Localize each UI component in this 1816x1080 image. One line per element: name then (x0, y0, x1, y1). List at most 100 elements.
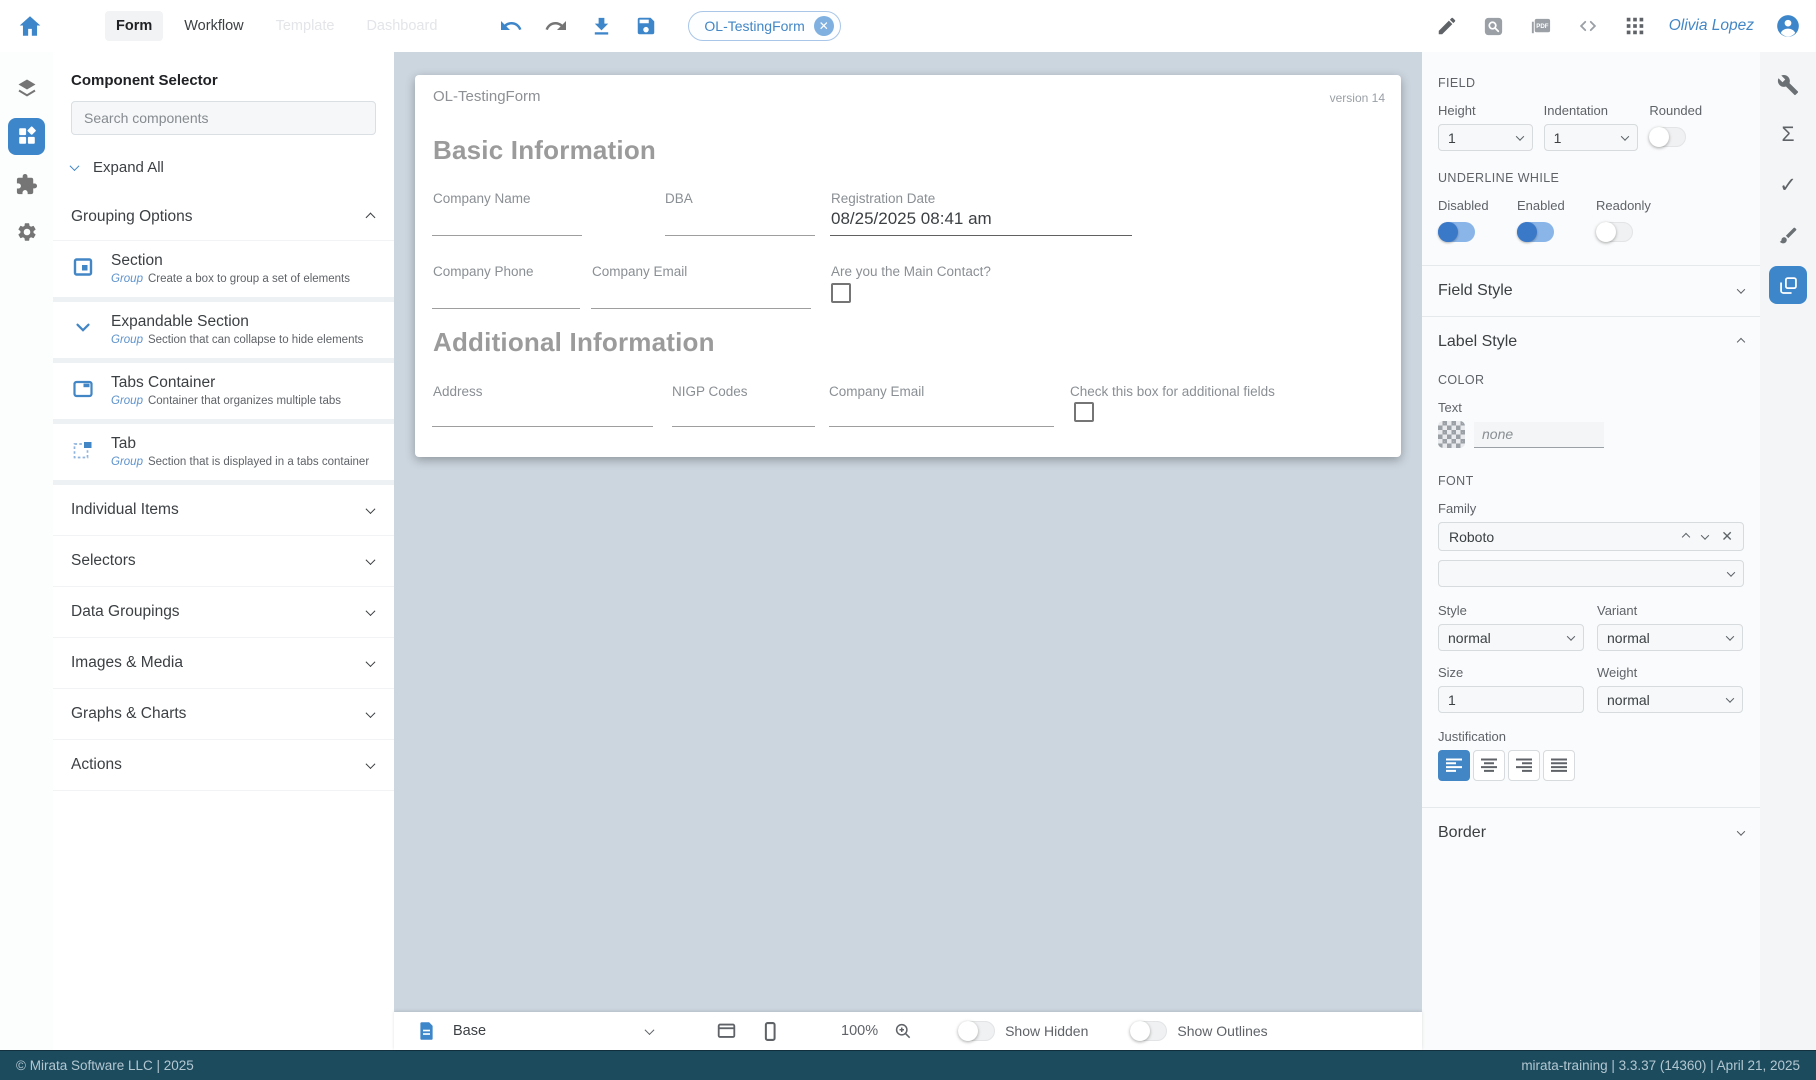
save-button[interactable] (633, 13, 659, 39)
accordion-actions[interactable]: Actions (53, 740, 394, 791)
dba-field[interactable] (665, 235, 815, 236)
additional-company-email-label: Company Email (829, 384, 924, 399)
additional-company-email-field[interactable] (829, 426, 1054, 427)
field-settings-tool-button[interactable] (1760, 60, 1816, 110)
chevron-down-icon[interactable] (1701, 531, 1709, 539)
accordion-selectors[interactable]: Selectors (53, 536, 394, 587)
mobile-preview-button[interactable] (757, 1018, 783, 1044)
main-contact-checkbox[interactable] (831, 283, 851, 303)
align-center-button[interactable] (1473, 750, 1505, 781)
component-item-desc: GroupSection that can collapse to hide e… (111, 334, 363, 346)
code-view-button[interactable] (1575, 13, 1601, 39)
tab-form[interactable]: Form (105, 11, 163, 41)
align-justify-button[interactable] (1543, 750, 1575, 781)
field-style-accordion[interactable]: Field Style (1438, 266, 1744, 316)
chevron-down-icon (366, 555, 376, 565)
download-icon (590, 15, 613, 38)
registration-date-label: Registration Date (831, 191, 935, 206)
company-phone-field[interactable] (432, 308, 580, 309)
component-item-tab[interactable]: Tab GroupSection that is displayed in a … (53, 424, 394, 480)
validation-tool-button[interactable]: ✓ (1760, 160, 1816, 210)
font-secondary-select[interactable] (1438, 560, 1744, 587)
style-select[interactable]: normal (1438, 624, 1584, 651)
address-field[interactable] (432, 426, 653, 427)
nigp-codes-field[interactable] (672, 426, 815, 427)
account-button[interactable] (1775, 13, 1801, 39)
show-outlines-toggle[interactable] (1130, 1021, 1167, 1041)
open-form-chip[interactable]: OL-TestingForm ✕ (688, 11, 840, 41)
label-style-accordion[interactable]: Label Style (1438, 317, 1744, 367)
download-button[interactable] (588, 13, 614, 39)
top-app-bar: Form Workflow Template Dashboard OL-Test… (0, 0, 1816, 52)
registration-date-field[interactable] (830, 235, 1132, 236)
components-nav-button[interactable] (0, 112, 53, 160)
search-input[interactable] (71, 101, 376, 135)
accordion-graphs-charts[interactable]: Graphs & Charts (53, 689, 394, 740)
font-family-combobox[interactable]: Roboto ✕ (1438, 522, 1744, 551)
align-left-button[interactable] (1438, 750, 1470, 781)
chevron-up-icon[interactable] (1682, 532, 1690, 540)
plugins-nav-button[interactable] (0, 160, 53, 208)
rounded-toggle[interactable] (1649, 127, 1686, 147)
show-hidden-toggle[interactable] (958, 1021, 995, 1041)
indentation-select[interactable]: 1 (1544, 124, 1639, 151)
tab-dashboard: Dashboard (355, 11, 448, 41)
expand-all-button[interactable]: Expand All (71, 159, 376, 176)
weight-select[interactable]: normal (1597, 686, 1743, 713)
accordion-label: Individual Items (71, 501, 179, 519)
layout-variant-select[interactable]: Base (453, 1023, 653, 1039)
company-email-field[interactable] (591, 308, 811, 309)
edit-mode-button[interactable] (1434, 13, 1460, 39)
accordion-data-groupings[interactable]: Data Groupings (53, 587, 394, 638)
font-heading: FONT (1438, 474, 1744, 488)
theme-tool-button[interactable] (1760, 210, 1816, 260)
undo-button[interactable] (498, 13, 524, 39)
save-icon (635, 15, 657, 37)
text-color-input[interactable]: none (1474, 422, 1604, 448)
accordion-label: Actions (71, 756, 122, 774)
additional-fields-checkbox[interactable] (1074, 402, 1094, 422)
color-swatch[interactable] (1438, 421, 1465, 448)
layers-nav-button[interactable] (0, 64, 53, 112)
grouping-options-header[interactable]: Grouping Options (53, 196, 394, 241)
tab-workflow[interactable]: Workflow (173, 11, 254, 41)
formula-tool-button[interactable]: Σ (1760, 110, 1816, 160)
zoom-in-button[interactable] (890, 1018, 916, 1044)
accordion-individual-items[interactable]: Individual Items (53, 485, 394, 536)
color-heading: COLOR (1438, 373, 1744, 387)
component-item-tabs-container[interactable]: Tabs Container GroupContainer that organ… (53, 363, 394, 419)
accordion-images-media[interactable]: Images & Media (53, 638, 394, 689)
underline-readonly-toggle[interactable] (1596, 222, 1633, 242)
clear-font-icon[interactable]: ✕ (1721, 528, 1733, 545)
left-icon-rail (0, 52, 53, 1050)
close-form-icon[interactable]: ✕ (814, 16, 834, 36)
redo-button[interactable] (543, 13, 569, 39)
component-item-expandable-section[interactable]: Expandable Section GroupSection that can… (53, 302, 394, 358)
height-select[interactable]: 1 (1438, 124, 1533, 151)
size-input[interactable]: 1 (1438, 686, 1584, 713)
align-right-button[interactable] (1508, 750, 1540, 781)
settings-nav-button[interactable] (0, 208, 53, 256)
user-name[interactable]: Olivia Lopez (1669, 17, 1754, 35)
grouping-items-list: Section GroupCreate a box to group a set… (53, 241, 394, 485)
chevron-down-icon (1621, 132, 1629, 140)
height-value: 1 (1448, 130, 1456, 146)
component-item-section[interactable]: Section GroupCreate a box to group a set… (53, 241, 394, 297)
preview-button[interactable] (1481, 13, 1507, 39)
chevron-down-icon (366, 504, 376, 514)
desktop-preview-button[interactable] (713, 1018, 739, 1044)
height-label: Height (1438, 103, 1533, 118)
export-pdf-button[interactable]: PDF (1528, 13, 1554, 39)
toggle-knob (1130, 1021, 1150, 1041)
indentation-value: 1 (1554, 130, 1562, 146)
underline-enabled-toggle[interactable] (1517, 222, 1554, 242)
variant-select[interactable]: normal (1597, 624, 1743, 651)
styles-tool-button[interactable] (1760, 260, 1816, 310)
text-color-label: Text (1438, 400, 1744, 415)
home-button[interactable] (15, 11, 45, 41)
border-accordion[interactable]: Border (1438, 808, 1744, 858)
apps-menu-button[interactable] (1622, 13, 1648, 39)
underline-disabled-toggle[interactable] (1438, 222, 1475, 242)
registration-date-value[interactable]: 08/25/2025 08:41 am (831, 209, 992, 229)
company-name-field[interactable] (432, 235, 582, 236)
